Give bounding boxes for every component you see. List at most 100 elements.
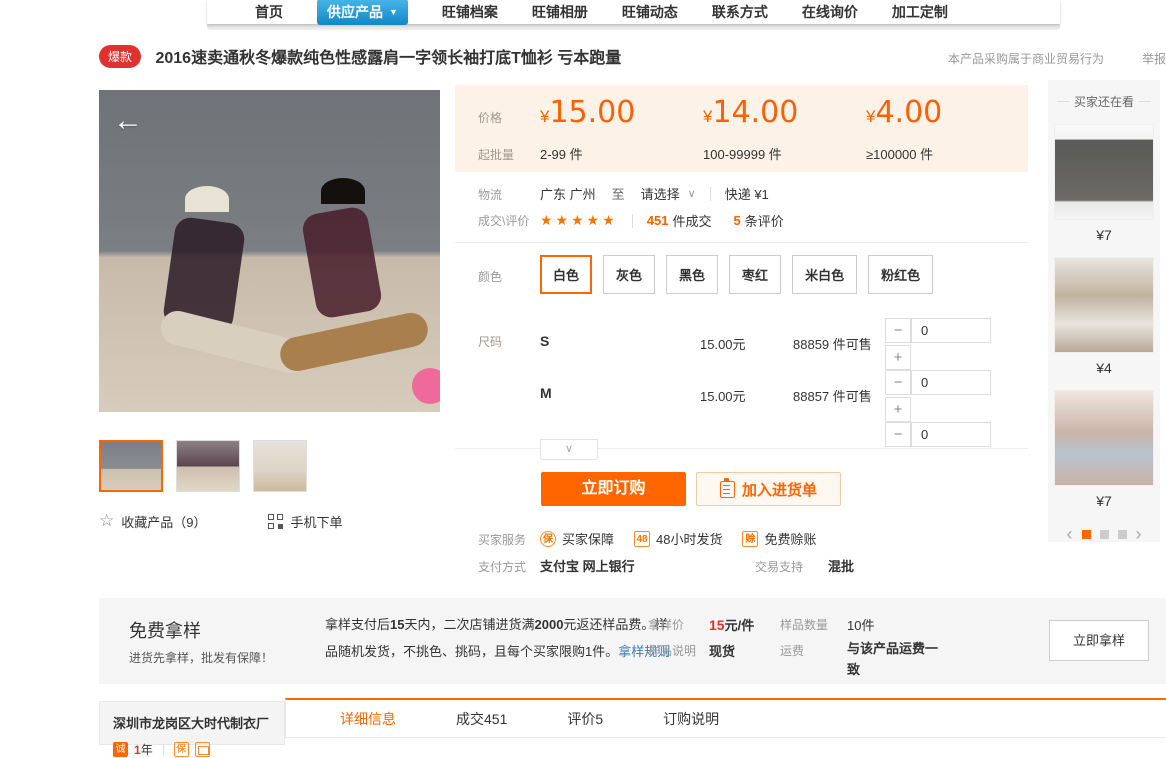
seller-panel: 深圳市龙岗区大时代制衣厂 诚 1年 保 [99,701,285,745]
price-value: 4.00 [875,95,942,130]
nav-shop-news[interactable]: 旺铺动态 [622,2,678,22]
tab-details[interactable]: 详细信息 [310,709,426,729]
sample-desc-number: 15 [390,617,404,632]
recommended-item-2: ¥4 [1048,257,1160,376]
color-label: 颜色 [478,268,502,285]
recommended-price-1: ¥7 [1048,227,1160,243]
quantity-input[interactable] [911,422,991,447]
color-option-gray[interactable]: 灰色 [603,255,655,294]
thumbnail-1[interactable] [99,440,163,492]
pager-next-icon[interactable]: › [1136,525,1142,543]
pager-dot-2[interactable] [1100,530,1109,539]
recommended-item-1: ¥7 [1048,124,1160,243]
order-now-button[interactable]: 立即订购 [541,472,686,506]
plus-button[interactable]: + [885,345,911,370]
main-product-image[interactable]: ← [99,90,440,412]
nav-shop-album[interactable]: 旺铺相册 [532,2,588,22]
recommended-image-2[interactable] [1054,257,1154,353]
top-nav: 首页 供应产品 ▼ 旺铺档案 旺铺相册 旺铺动态 联系方式 在线询价 加工定制 [207,0,1060,24]
minus-button[interactable]: − [885,370,911,395]
nav-products[interactable]: 供应产品 ▼ [317,0,408,25]
size-row-price: 15.00元 [700,334,746,353]
nav-shop-profile[interactable]: 旺铺档案 [442,2,498,22]
nav-contact[interactable]: 联系方式 [712,2,768,22]
size-row-name: S [540,333,549,349]
mobile-order-button[interactable]: 手机下单 [268,512,342,531]
color-option-black[interactable]: 黑色 [666,255,718,294]
service-48h-shipping[interactable]: 48 48小时发货 [634,529,722,548]
48h-icon: 48 [634,531,650,547]
price-label: 价格 [478,109,502,126]
seller-name[interactable]: 深圳市龙岗区大时代制衣厂 [113,713,271,732]
prev-image-arrow-icon[interactable]: ← [113,106,143,136]
quantity-input[interactable] [911,370,991,395]
tab-deals[interactable]: 成交451 [426,709,537,729]
integrity-badge-icon: 诚 [113,742,128,757]
detail-tabbar: 详细信息 成交451 评价5 订购说明 [285,698,1166,738]
image-detail [412,368,440,404]
pager-dot-3[interactable] [1118,530,1127,539]
thumbnail-2[interactable] [176,440,240,492]
nav-home[interactable]: 首页 [255,2,283,22]
star-icon: ☆ [99,511,114,531]
tab-order-info[interactable]: 订购说明 [633,709,749,729]
recommendations-pager: ‹ › [1048,525,1160,543]
quantity-input[interactable] [911,318,991,343]
recommended-image-1[interactable] [1054,124,1154,220]
nav-custom[interactable]: 加工定制 [892,2,948,22]
report-link[interactable]: 举报 [1142,50,1166,67]
size-row-price: 15.00元 [700,386,746,405]
favorite-button[interactable]: ☆ 收藏产品（9） [99,511,206,531]
recommended-price-3: ¥7 [1048,493,1160,509]
size-row-stock: 88857 件可售 [793,386,872,405]
chevron-down-icon: ∨ [565,443,573,455]
size-row-stock: 88859 件可售 [793,334,872,353]
trade-support-value: 混批 [828,556,854,575]
tab-reviews[interactable]: 评价5 [537,709,633,729]
recommendations-title: 买家还在看 [1074,93,1134,110]
expand-sizes-button[interactable]: ∨ [540,439,598,460]
sample-desc-label: 样品说明 [648,642,696,659]
get-sample-button[interactable]: 立即拿样 [1049,620,1149,661]
destination-select[interactable]: 请选择 ∨ [641,184,696,203]
nav-inquiry[interactable]: 在线询价 [802,2,858,22]
service-credit[interactable]: 赊 免费赊账 [742,529,816,548]
reviews-count[interactable]: 5 [733,213,740,228]
chevron-down-icon: ∨ [688,187,696,200]
price-tier-2: ¥14.00 [703,95,798,130]
service-guarantee[interactable]: 保 买家保障 [540,529,614,548]
add-to-cart-label: 加入进货单 [742,479,817,500]
pager-dot-1[interactable] [1082,530,1091,539]
thumbnail-strip [99,440,307,492]
color-option-pink[interactable]: 粉红色 [868,255,933,294]
image-detail [277,310,431,374]
seller-years-suffix: 年 [141,743,153,757]
color-option-white[interactable]: 白色 [540,255,592,294]
divider [710,187,711,201]
add-to-cart-button[interactable]: 加入进货单 [696,472,841,506]
moq-tier-1: 2-99 件 [540,144,583,163]
price-value: 14.00 [712,95,798,130]
color-option-offwhite[interactable]: 米白色 [792,255,857,294]
recommended-image-3[interactable] [1054,390,1154,486]
logistics-to: 至 [612,184,625,203]
plus-button[interactable]: + [885,397,911,422]
sample-qty-label: 样品数量 [780,616,828,633]
minus-button[interactable]: − [885,318,911,343]
color-option-maroon[interactable]: 枣红 [729,255,781,294]
sample-subtitle: 进货先拿样，批发有保障！ [129,649,273,666]
trade-support-label: 交易支持 [755,558,803,575]
deals-count[interactable]: 451 [647,213,669,228]
recommended-price-2: ¥4 [1048,360,1160,376]
sample-price-number: 15 [709,617,725,633]
pager-prev-icon[interactable]: ‹ [1067,525,1073,543]
minus-button[interactable]: − [885,422,911,447]
favorite-label: 收藏产品（9） [121,512,206,531]
recommended-item-3: ¥7 [1048,390,1160,509]
chevron-down-icon: ▼ [389,7,398,17]
divider [455,242,1028,243]
price-tier-3: ¥4.00 [866,95,942,130]
clipboard-icon [720,481,735,498]
thumbnail-3[interactable] [253,440,307,492]
destination-select-value: 请选择 [641,184,680,203]
